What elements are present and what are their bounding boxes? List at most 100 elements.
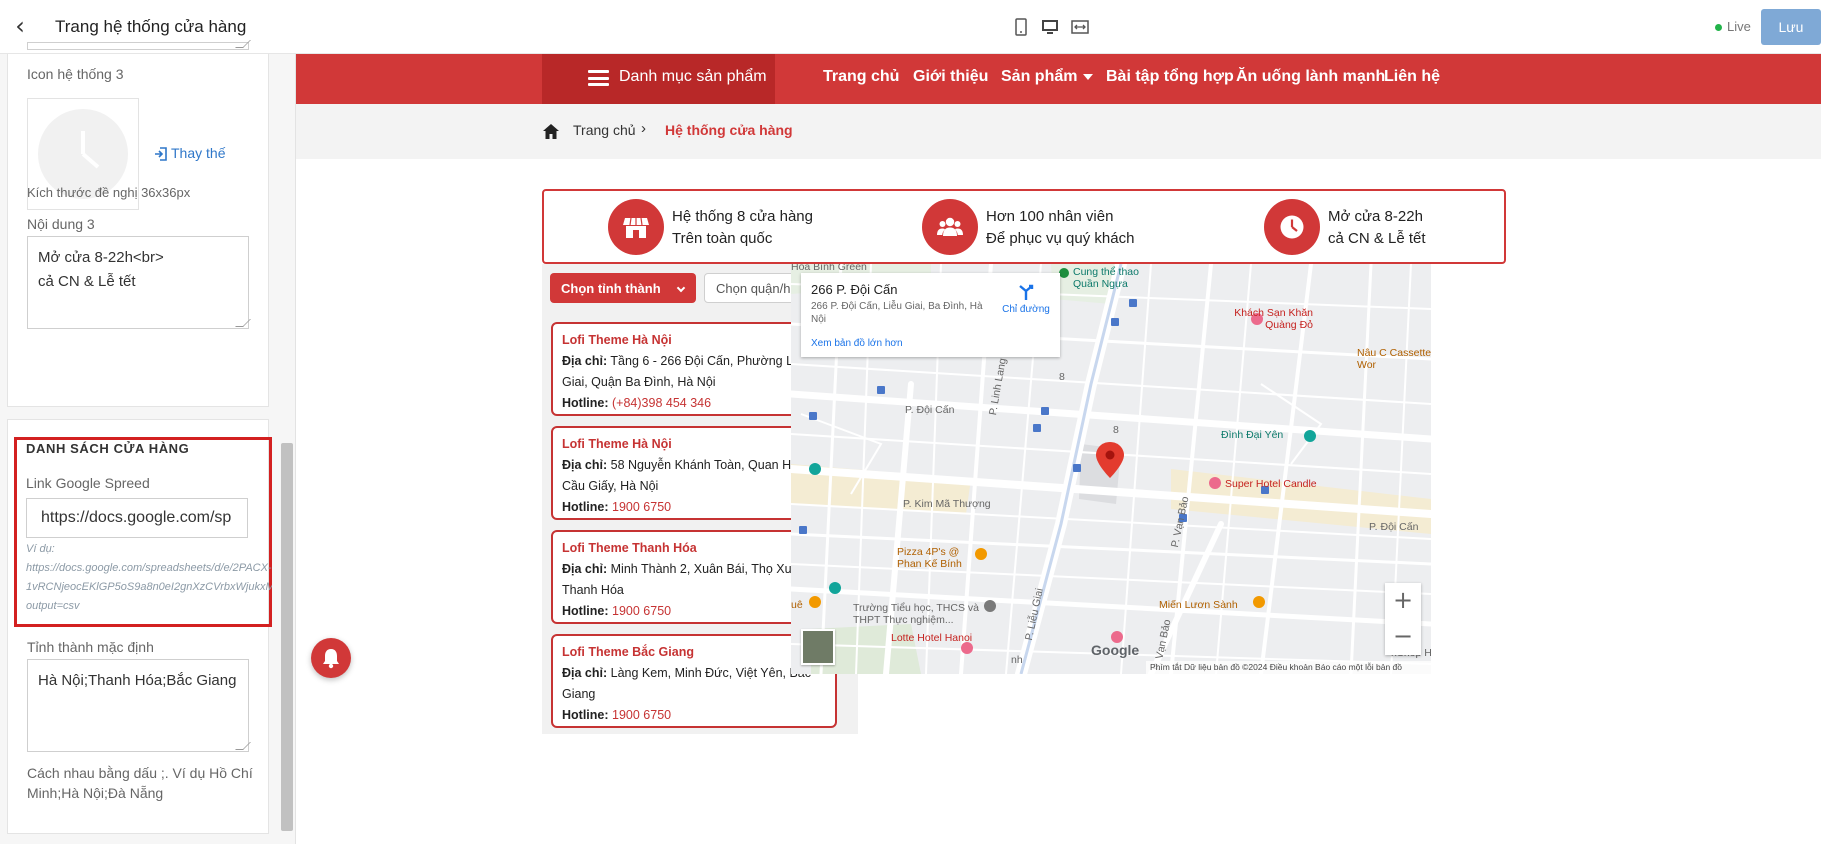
link-spreadsheet-label: Link Google Spreed bbox=[26, 475, 150, 491]
store-address: Địa chỉ: Tầng 6 - 266 Đội Cấn, Phường Li… bbox=[562, 351, 826, 393]
content-3-textarea[interactable]: Mở cửa 8-22h<br> cả CN & Lễ tết bbox=[27, 236, 251, 329]
clock-icon bbox=[1264, 199, 1320, 255]
caret-down-icon bbox=[1083, 73, 1094, 80]
store-name: Lofi Theme Hà Nội bbox=[562, 437, 672, 451]
default-province-value: Hà Nội;Thanh Hóa;Bắc Giang bbox=[38, 672, 237, 689]
store-address: Địa chỉ: 58 Nguyễn Khánh Toàn, Quan Hoa,… bbox=[562, 455, 826, 497]
breadcrumb: Trang chủ › Hệ thống cửa hàng bbox=[296, 104, 1821, 159]
breadcrumb-current: Hệ thống cửa hàng bbox=[665, 122, 793, 138]
hotline-value: 1900 6750 bbox=[612, 604, 672, 618]
store-address: Địa chỉ: Minh Thành 2, Xuân Bái, Thọ Xuâ… bbox=[562, 559, 826, 601]
store-hotline: Hotline: 1900 6750 bbox=[562, 497, 826, 518]
address-label: Địa chỉ: bbox=[562, 562, 608, 576]
zoom-out-button[interactable]: − bbox=[1385, 619, 1421, 655]
hotline-value: 1900 6750 bbox=[612, 500, 672, 514]
feature-text: Hệ thống 8 cửa hàng Trên toàn quốc bbox=[672, 206, 813, 250]
mobile-view-icon[interactable] bbox=[1010, 16, 1032, 38]
store-icon bbox=[608, 199, 664, 255]
settings-card-icon-3: Icon hệ thống 3 Thay thế Kích thước đề n… bbox=[7, 40, 269, 407]
nav-about[interactable]: Giới thiệu bbox=[913, 68, 988, 86]
map-place-title: 266 P. Đội Cấn bbox=[811, 282, 898, 297]
content-3-value: Mở cửa 8-22h<br> cả CN & Lễ tết bbox=[38, 249, 164, 290]
resize-grip bbox=[235, 40, 251, 48]
sidebar-title: Trang hệ thống cửa hàng bbox=[55, 17, 247, 36]
feature-line1: Hơn 100 nhân viên bbox=[986, 208, 1114, 225]
nav-home[interactable]: Trang chủ bbox=[823, 68, 899, 86]
nav-healthy-eating[interactable]: Ăn uống lành mạnh bbox=[1236, 68, 1385, 86]
home-icon[interactable] bbox=[542, 123, 560, 140]
nav-products-label: Sản phẩm bbox=[1001, 68, 1078, 85]
feature-text: Mở cửa 8-22h cả CN & Lễ tết bbox=[1328, 206, 1426, 250]
feature-line1: Mở cửa 8-22h bbox=[1328, 208, 1423, 225]
map-label: 8 bbox=[1059, 371, 1065, 383]
address-label: Địa chỉ: bbox=[562, 666, 608, 680]
map-label: 8 bbox=[1113, 424, 1119, 436]
resize-grip bbox=[235, 319, 251, 327]
chevron-left-icon: ‹ bbox=[15, 12, 25, 40]
app-window: ‹ Trang hệ thống cửa hàng Icon hệ thống … bbox=[0, 0, 1821, 844]
nav-products[interactable]: Sản phẩm bbox=[1001, 68, 1094, 86]
google-logo: Google bbox=[1091, 642, 1140, 658]
province-select[interactable]: Chọn tỉnh thành bbox=[550, 273, 696, 303]
map-label: P. Đội Cấn bbox=[905, 404, 955, 416]
save-button[interactable]: Lưu bbox=[1761, 9, 1821, 45]
province-select-label: Chọn tỉnh thành bbox=[561, 281, 661, 296]
hotline-label: Hotline: bbox=[562, 500, 609, 514]
live-status: Live bbox=[1715, 19, 1751, 34]
default-province-label: Tỉnh thành mặc định bbox=[27, 639, 154, 655]
directions-label: Chỉ đường bbox=[1002, 304, 1050, 315]
map-place-address: 266 P. Đội Cấn, Liễu Giai, Ba Đình, Hà N… bbox=[811, 301, 983, 325]
category-menu-button[interactable]: Danh mục sản phẩm bbox=[542, 54, 775, 104]
replace-icon-link[interactable]: Thay thế bbox=[154, 145, 226, 162]
map-label: Nâu C Cassette Wor bbox=[1357, 347, 1431, 371]
store-hotline: Hotline: (+84)398 454 346 bbox=[562, 393, 826, 414]
store-list-heading: DANH SÁCH CỬA HÀNG bbox=[26, 441, 190, 456]
satellite-toggle[interactable] bbox=[801, 629, 835, 665]
feature-line2: Để phục vụ quý khách bbox=[986, 230, 1135, 247]
nav-exercises[interactable]: Bài tập tổng hợp bbox=[1106, 68, 1234, 86]
back-button[interactable]: ‹ bbox=[6, 12, 34, 42]
size-hint: Kích thước đề nghị 36x36px bbox=[27, 185, 191, 200]
map-directions-link[interactable]: Chỉ đường bbox=[996, 283, 1056, 315]
store-address: Địa chỉ: Làng Kem, Minh Đức, Việt Yên, B… bbox=[562, 663, 826, 705]
map-label: Hoa Bình Green bbox=[791, 264, 867, 273]
site-preview: Danh mục sản phẩm Trang chủ Giới thiệu S… bbox=[296, 54, 1821, 844]
map-attribution: Phím tắt Dữ liệu bản đồ ©2024 Điều khoản… bbox=[1146, 661, 1431, 674]
resize-grip bbox=[235, 742, 251, 750]
category-label: Danh mục sản phẩm bbox=[619, 68, 767, 85]
map-label: P. Kim Mã Thượng bbox=[903, 498, 991, 510]
breadcrumb-home[interactable]: Trang chủ bbox=[573, 122, 636, 138]
map-label: Pizza 4P's @ Phan Kế Bính bbox=[897, 546, 962, 570]
store-name: Lofi Theme Bắc Giang bbox=[562, 645, 694, 659]
features-banner: Hệ thống 8 cửa hàng Trên toàn quốc Hơn 10… bbox=[542, 189, 1506, 264]
map-label: Trường Tiểu học, THCS và THPT Thực nghiệ… bbox=[853, 602, 979, 626]
spreadsheet-link-input[interactable]: https://docs.google.com/sp bbox=[26, 498, 248, 538]
map-label: nh bbox=[1011, 654, 1023, 666]
icon-3-label: Icon hệ thống 3 bbox=[27, 66, 124, 82]
zoom-in-button[interactable]: + bbox=[1385, 583, 1421, 619]
chevron-down-icon bbox=[676, 283, 686, 293]
fullwidth-view-icon[interactable] bbox=[1069, 16, 1091, 38]
previous-textarea[interactable] bbox=[27, 40, 251, 50]
default-province-textarea[interactable]: Hà Nội;Thanh Hóa;Bắc Giang bbox=[27, 659, 251, 752]
google-map[interactable]: 266 P. Đội Cấn 266 P. Đội Cấn, Liễu Giai… bbox=[791, 264, 1431, 674]
map-label: uê bbox=[791, 599, 803, 611]
replace-label: Thay thế bbox=[171, 145, 226, 161]
view-larger-map-link[interactable]: Xem bản đồ lớn hơn bbox=[811, 338, 903, 349]
hotline-label: Hotline: bbox=[562, 604, 609, 618]
feature-line1: Hệ thống 8 cửa hàng bbox=[672, 208, 813, 225]
hotline-label: Hotline: bbox=[562, 396, 609, 410]
notification-bell-button[interactable] bbox=[311, 638, 351, 678]
sidebar-scrollbar[interactable] bbox=[281, 443, 293, 831]
top-toolbar: Live Lưu bbox=[296, 0, 1821, 54]
users-icon bbox=[922, 199, 978, 255]
bell-icon bbox=[323, 649, 339, 669]
map-label: Đình Đại Yên bbox=[1221, 429, 1284, 441]
map-label: Khách Sạn Khăn Quàng Đỏ bbox=[1234, 307, 1313, 331]
nav-contact[interactable]: Liên hệ bbox=[1384, 68, 1440, 86]
store-name: Lofi Theme Hà Nội bbox=[562, 333, 672, 347]
address-label: Địa chỉ: bbox=[562, 458, 608, 472]
map-label: Cung thể thao Quần Ngựa bbox=[1073, 266, 1139, 290]
desktop-view-icon[interactable] bbox=[1039, 16, 1061, 38]
map-label: Super Hotel Candle bbox=[1225, 478, 1317, 490]
